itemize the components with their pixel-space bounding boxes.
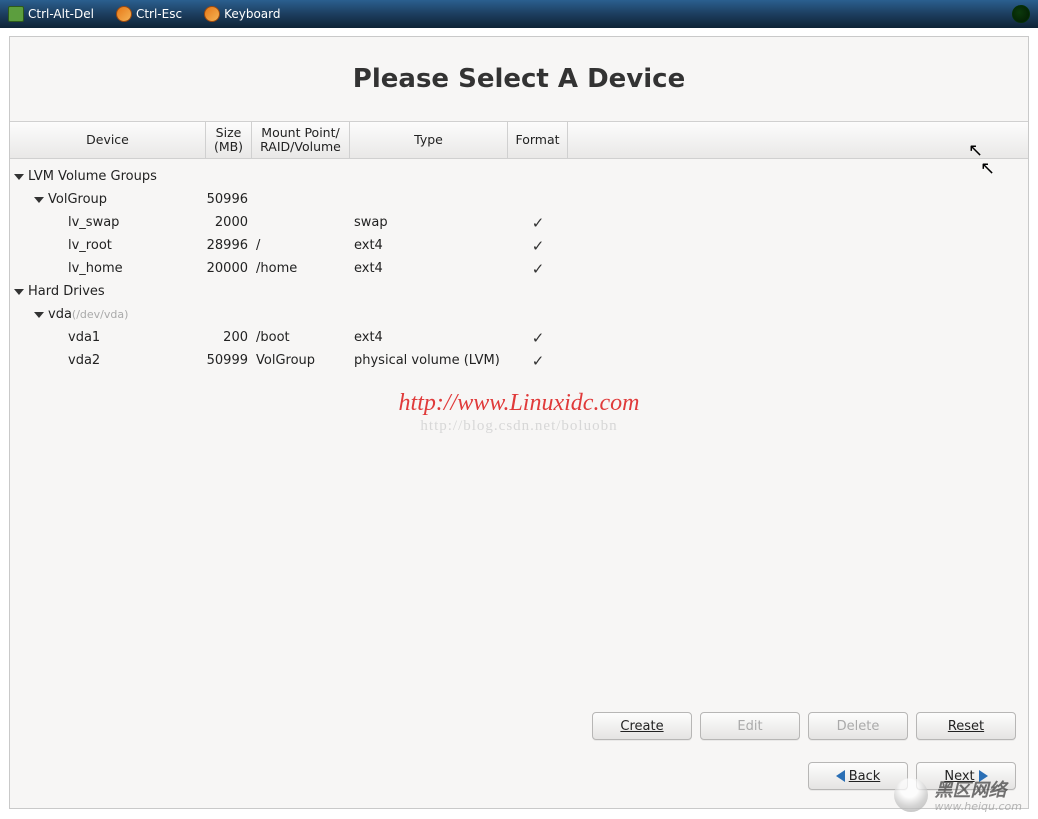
type-value: physical volume (LVM): [350, 353, 508, 368]
reset-button[interactable]: Reset: [916, 712, 1016, 740]
table-row[interactable]: LVM Volume Groups: [10, 165, 1028, 188]
device-name: lv_root: [68, 238, 112, 253]
type-value: ext4: [350, 238, 508, 253]
size-value: 28996: [206, 238, 252, 253]
size-value: 200: [206, 330, 252, 345]
col-device[interactable]: Device: [10, 122, 206, 158]
device-tree[interactable]: LVM Volume Groups VolGroup 50996 lv_swap 200…: [10, 159, 1028, 372]
ctrl-esc-button[interactable]: Ctrl-Esc: [116, 6, 182, 22]
check-icon: [532, 355, 545, 370]
nav-row: Back Next: [808, 762, 1016, 790]
device-name: Hard Drives: [28, 284, 105, 299]
mount-value: /home: [252, 261, 350, 276]
keyboard-icon: [204, 6, 220, 22]
check-icon: [532, 240, 545, 255]
table-row[interactable]: Hard Drives: [10, 280, 1028, 303]
device-path: (/dev/vda): [72, 308, 129, 321]
table-row[interactable]: vda1 200/bootext4: [10, 326, 1028, 349]
check-icon: [532, 263, 545, 278]
type-value: ext4: [350, 261, 508, 276]
next-button[interactable]: Next: [916, 762, 1016, 790]
size-value: 20000: [206, 261, 252, 276]
device-name: vda: [48, 307, 72, 322]
page-title: Please Select A Device: [353, 64, 685, 94]
action-row: Create Edit Delete Reset: [592, 712, 1016, 740]
start-menu-icon: [116, 6, 132, 22]
device-name: vda2: [68, 353, 100, 368]
installer-panel: Please Select A Device Device Size (MB) …: [9, 36, 1029, 809]
system-monitor-icon: [8, 6, 24, 22]
table-row[interactable]: VolGroup 50996: [10, 188, 1028, 211]
col-spacer: [568, 122, 1028, 158]
format-value: [508, 352, 568, 370]
col-mount[interactable]: Mount Point/ RAID/Volume: [252, 122, 350, 158]
size-value: 50999: [206, 353, 252, 368]
table-row[interactable]: lv_home 20000/homeext4: [10, 257, 1028, 280]
delete-button: Delete: [808, 712, 908, 740]
expander-icon[interactable]: [34, 312, 44, 318]
edit-button: Edit: [700, 712, 800, 740]
vm-toolbar: Ctrl-Alt-Del Ctrl-Esc Keyboard: [0, 0, 1038, 28]
table-header: Device Size (MB) Mount Point/ RAID/Volum…: [10, 121, 1028, 159]
ctrl-alt-del-label: Ctrl-Alt-Del: [28, 7, 94, 21]
mount-value: /: [252, 238, 350, 253]
check-icon: [532, 217, 545, 232]
title-area: Please Select A Device: [10, 37, 1028, 121]
type-value: ext4: [350, 330, 508, 345]
format-value: [508, 214, 568, 232]
keyboard-label: Keyboard: [224, 7, 280, 21]
create-button[interactable]: Create: [592, 712, 692, 740]
size-value: 2000: [206, 215, 252, 230]
table-row[interactable]: lv_swap 2000 swap: [10, 211, 1028, 234]
table-row[interactable]: vda (/dev/vda): [10, 303, 1028, 326]
keyboard-button[interactable]: Keyboard: [204, 6, 280, 22]
type-value: swap: [350, 215, 508, 230]
table-row[interactable]: lv_root 28996/ext4: [10, 234, 1028, 257]
mount-value: /boot: [252, 330, 350, 345]
format-value: [508, 329, 568, 347]
device-name: vda1: [68, 330, 100, 345]
device-name: lv_home: [68, 261, 123, 276]
arrow-left-icon: [836, 770, 845, 782]
mount-value: VolGroup: [252, 353, 350, 368]
device-name: VolGroup: [48, 192, 107, 207]
format-value: [508, 237, 568, 255]
device-name: LVM Volume Groups: [28, 169, 157, 184]
expander-icon[interactable]: [14, 289, 24, 295]
size-value: 50996: [206, 192, 252, 207]
ctrl-esc-label: Ctrl-Esc: [136, 7, 182, 21]
connection-status-icon: [1012, 5, 1030, 23]
arrow-right-icon: [979, 770, 988, 782]
format-value: [508, 260, 568, 278]
col-format[interactable]: Format: [508, 122, 568, 158]
back-button[interactable]: Back: [808, 762, 908, 790]
expander-icon[interactable]: [14, 174, 24, 180]
table-row[interactable]: vda2 50999VolGroupphysical volume (LVM): [10, 349, 1028, 372]
col-size[interactable]: Size (MB): [206, 122, 252, 158]
expander-icon[interactable]: [34, 197, 44, 203]
check-icon: [532, 332, 545, 347]
col-type[interactable]: Type: [350, 122, 508, 158]
device-name: lv_swap: [68, 215, 119, 230]
ctrl-alt-del-button[interactable]: Ctrl-Alt-Del: [8, 6, 94, 22]
